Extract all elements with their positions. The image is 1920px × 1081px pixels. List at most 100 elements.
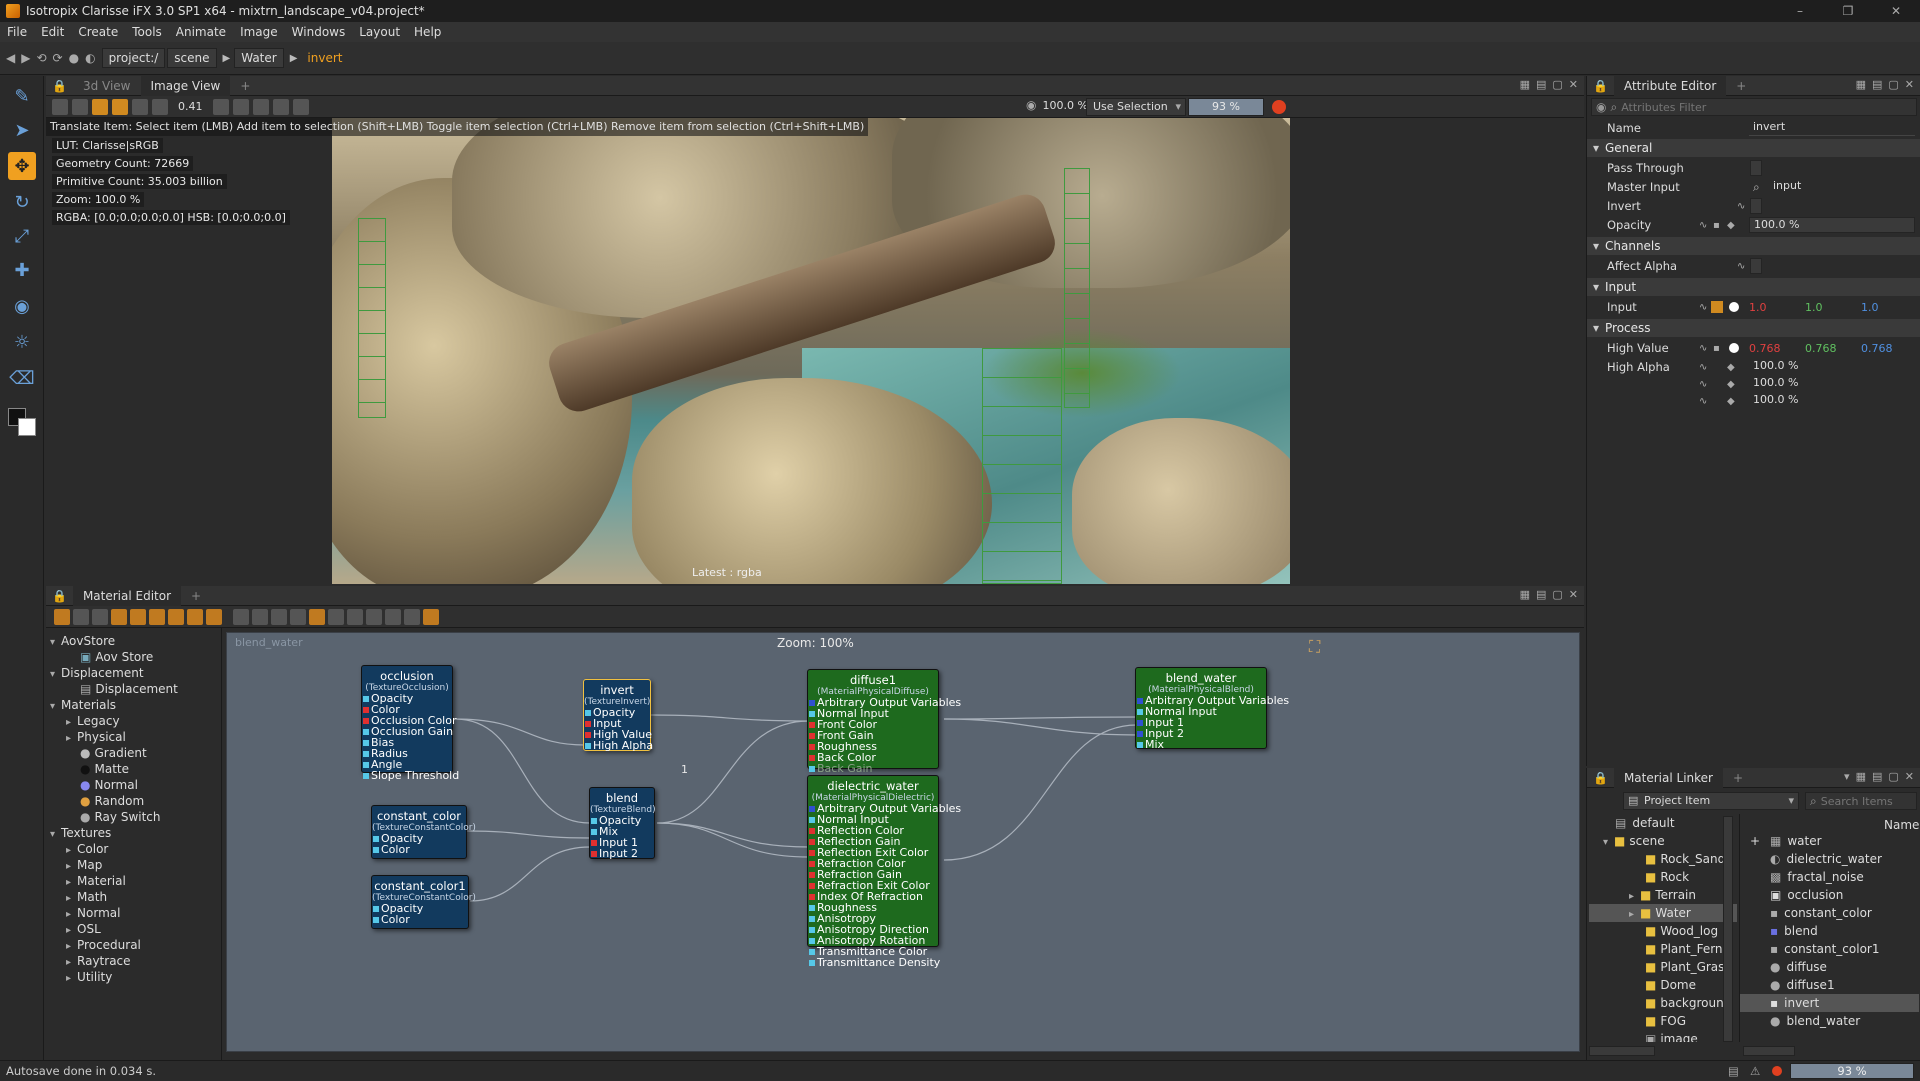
texture-link-icon[interactable]: [1711, 301, 1723, 313]
tree-item-plant-ferns[interactable]: ■ Plant_Ferns: [1645, 942, 1729, 956]
picker-icon[interactable]: [152, 98, 168, 115]
history-back-icon[interactable]: ⟲: [36, 51, 46, 65]
eye-icon[interactable]: ◉: [1596, 100, 1606, 114]
horizontal-scrollbar[interactable]: [1743, 1046, 1795, 1056]
texture-icon[interactable]: [130, 608, 146, 625]
tree-item-fog[interactable]: ■ FOG: [1645, 1014, 1686, 1028]
node-constant-color[interactable]: constant_color (TextureConstantColor) Op…: [371, 805, 476, 859]
tree-item-map[interactable]: ▸ Map: [66, 858, 102, 872]
zoom-out-icon[interactable]: [366, 608, 382, 625]
color-swatch[interactable]: [1729, 343, 1739, 353]
texture-link-icon[interactable]: ▪: [1713, 343, 1720, 354]
tree-item-rock-sand[interactable]: ■ Rock_Sand: [1645, 852, 1725, 866]
attributes-filter-input[interactable]: [1621, 100, 1882, 114]
close-panel-icon[interactable]: ✕: [1569, 78, 1578, 91]
input-port[interactable]: Color: [372, 914, 468, 925]
key-icon[interactable]: ◆: [1727, 220, 1735, 231]
breadcrumb-project[interactable]: project:/: [101, 48, 166, 68]
breadcrumb-scene[interactable]: scene: [167, 48, 217, 68]
section-process[interactable]: Process: [1587, 319, 1920, 337]
column-name-header[interactable]: Name: [1884, 818, 1919, 832]
record-icon[interactable]: [1272, 100, 1286, 114]
node-blend[interactable]: blend (TextureBlend) Opacity Mix Input 1…: [589, 787, 656, 859]
auto-layout-icon[interactable]: [309, 608, 325, 625]
list-item[interactable]: ▪ constant_color: [1770, 906, 1872, 920]
animate-curve-icon[interactable]: ∿: [1699, 343, 1707, 354]
lock-icon[interactable]: 🔒: [1593, 771, 1608, 785]
undo-icon[interactable]: [328, 608, 344, 625]
color-swatch[interactable]: [1729, 302, 1739, 312]
node-dielectric-water[interactable]: dielectric_water (MaterialPhysicalDielec…: [807, 775, 961, 968]
add-tab-icon[interactable]: +: [1723, 768, 1753, 788]
list-item[interactable]: ▪ constant_color1: [1770, 942, 1880, 956]
displacement-icon[interactable]: [149, 608, 165, 625]
lock-icon[interactable]: 🔒: [52, 79, 67, 93]
rotate-tool-icon[interactable]: ↻: [8, 188, 36, 216]
animate-curve-icon[interactable]: ∿: [1699, 396, 1707, 407]
list-item-selected[interactable]: ▪ invert: [1770, 996, 1819, 1010]
split-icon[interactable]: ▤: [1536, 588, 1546, 601]
scale-tool-icon[interactable]: ⤢: [8, 222, 36, 250]
log-icon[interactable]: ▤: [1728, 1061, 1739, 1081]
high-alpha-value-3[interactable]: 100.0 %: [1749, 393, 1915, 409]
brush-tool-icon[interactable]: ✎: [8, 82, 36, 110]
grid-icon[interactable]: [212, 98, 229, 115]
disconnect-icon[interactable]: [92, 608, 108, 625]
input-port[interactable]: High Alpha: [584, 740, 653, 751]
horizontal-scrollbar[interactable]: [1589, 1046, 1655, 1056]
tree-item-math[interactable]: ▸ Math: [66, 890, 107, 904]
key-icon[interactable]: ◆: [1727, 362, 1735, 373]
hud-icon[interactable]: [112, 98, 128, 115]
name-field[interactable]: invert: [1749, 120, 1915, 136]
zoom-percent[interactable]: 100.0 %: [1042, 99, 1087, 112]
tree-item-raytrace[interactable]: ▸ Raytrace: [66, 954, 131, 968]
tree-item-utility[interactable]: ▸ Utility: [66, 970, 112, 984]
invert-checkbox[interactable]: [1750, 198, 1762, 214]
material-icon[interactable]: [111, 608, 127, 625]
bookmark-icon[interactable]: [404, 608, 420, 625]
opacity-value[interactable]: 100.0 %: [1749, 217, 1915, 233]
frame-all-icon[interactable]: [252, 608, 268, 625]
animate-curve-icon[interactable]: ∿: [1737, 261, 1745, 272]
close-panel-icon[interactable]: ✕: [1905, 78, 1914, 91]
light-tool-icon[interactable]: ☼: [8, 328, 36, 356]
lock-icon[interactable]: 🔒: [1593, 79, 1608, 93]
selection-mode-dropdown[interactable]: Use Selection ▾: [1086, 98, 1186, 116]
tree-item-procedural[interactable]: ▸ Procedural: [66, 938, 141, 952]
history-forward-icon[interactable]: ⟳: [53, 51, 63, 65]
tab-image-view[interactable]: Image View: [140, 75, 231, 96]
tree-item-aovstore[interactable]: ▾ AovStore: [50, 634, 115, 648]
tree-item-default[interactable]: ▤ default: [1615, 816, 1675, 830]
tree-item-background[interactable]: ■ background: [1645, 996, 1731, 1010]
animate-curve-icon[interactable]: ∿: [1699, 379, 1707, 390]
input-port[interactable]: Back Gain: [808, 763, 938, 774]
scene-tree-scrollbar[interactable]: [1723, 816, 1733, 1042]
add-tab-icon[interactable]: +: [230, 76, 260, 96]
layout-icon[interactable]: ▦: [1520, 78, 1530, 91]
input-port[interactable]: Input 2: [590, 848, 654, 859]
tree-item-normal-textures[interactable]: ▸ Normal: [66, 906, 120, 920]
channel-icon[interactable]: [72, 98, 88, 115]
input-port[interactable]: Color: [372, 844, 466, 855]
tree-item-water[interactable]: ▸ ■ Water: [1629, 906, 1691, 920]
search-items-input[interactable]: [1820, 794, 1907, 808]
input-port[interactable]: Slope Threshold: [362, 770, 459, 781]
tree-item-legacy[interactable]: ▸ Legacy: [66, 714, 120, 728]
filter-icon[interactable]: [187, 608, 203, 625]
tree-item-aov-store[interactable]: ▣ Aov Store: [80, 650, 153, 664]
list-item[interactable]: ▦ water: [1770, 834, 1822, 848]
error-indicator-icon[interactable]: [1772, 1066, 1782, 1076]
high-alpha-value-2[interactable]: 100.0 %: [1749, 376, 1915, 392]
node-diffuse1[interactable]: diffuse1 (MaterialPhysicalDiffuse) Arbit…: [807, 669, 961, 774]
layout-icon[interactable]: ▦: [1856, 770, 1866, 783]
menu-layout[interactable]: Layout: [352, 25, 407, 39]
tree-item-matte[interactable]: ● Matte: [80, 762, 129, 776]
maximize-icon[interactable]: ▢: [1552, 588, 1562, 601]
tree-item-dome[interactable]: ■ Dome: [1645, 978, 1696, 992]
animate-curve-icon[interactable]: ∿: [1699, 220, 1707, 231]
tree-item-osl[interactable]: ▸ OSL: [66, 922, 101, 936]
master-input-value[interactable]: input: [1769, 179, 1915, 195]
frame-value[interactable]: 0.41: [178, 100, 203, 113]
layout-icon[interactable]: ▦: [1856, 78, 1866, 91]
stop-icon[interactable]: ●: [69, 51, 79, 65]
